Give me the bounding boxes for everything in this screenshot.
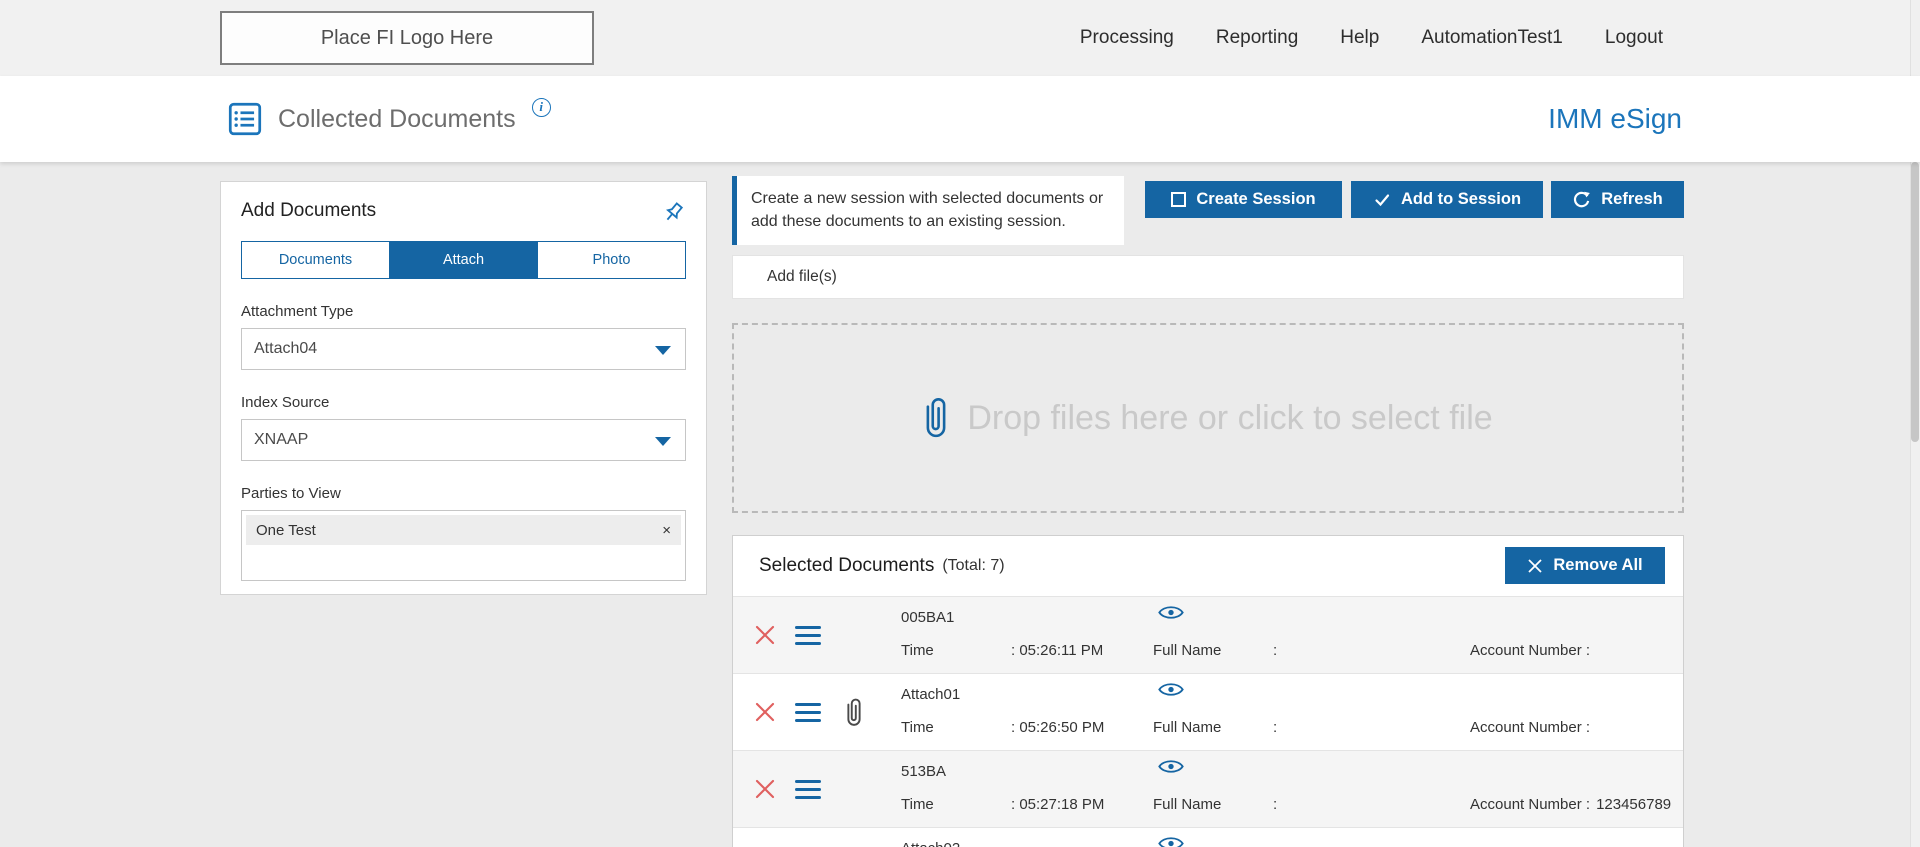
drag-handle-icon[interactable] (795, 703, 821, 722)
pin-icon[interactable] (660, 200, 686, 226)
account-number-value: 123456789 (1596, 796, 1672, 813)
title-group: Collected Documents i (228, 76, 551, 162)
remove-document-icon[interactable] (755, 702, 775, 722)
remove-all-button[interactable]: Remove All (1505, 547, 1665, 584)
account-number: Account Number : 123456789 (1470, 796, 1671, 813)
selected-documents-total: (Total: 7) (942, 557, 1005, 574)
imm-esign-brand: IMM eSign (1548, 103, 1682, 134)
time-value: : 05:27:18 PM (1011, 796, 1105, 813)
nav-processing[interactable]: Processing (1080, 27, 1174, 49)
remove-all-label: Remove All (1553, 556, 1643, 574)
document-name: Attach01 (901, 686, 961, 703)
tab-attach[interactable]: Attach (389, 242, 537, 278)
parties-to-view-field[interactable]: One Test × (241, 510, 686, 581)
account-number: Account Number : (1470, 719, 1596, 736)
eye-icon[interactable] (1157, 680, 1185, 699)
time-label: Time (901, 642, 934, 659)
index-source-select[interactable]: XNAAP (241, 419, 686, 461)
time-value: : 05:26:50 PM (1011, 719, 1105, 736)
account-number-label: Account Number : (1470, 719, 1591, 736)
document-name: Attach02 (901, 840, 960, 847)
tab-photo[interactable]: Photo (537, 242, 685, 278)
document-name: 005BA1 (901, 609, 955, 626)
create-session-label: Create Session (1196, 190, 1316, 208)
refresh-icon (1574, 191, 1591, 208)
selected-documents-panel: Selected Documents (Total: 7) Remove All… (732, 535, 1684, 847)
add-documents-title: Add Documents (241, 200, 377, 221)
paperclip-icon (847, 698, 861, 726)
check-icon (1375, 193, 1390, 206)
top-nav: Processing Reporting Help AutomationTest… (1080, 0, 1663, 76)
add-to-session-label: Add to Session (1400, 190, 1522, 208)
full-name-label: Full Name (1153, 796, 1222, 813)
time-label: Time (901, 719, 934, 736)
refresh-label: Refresh (1601, 190, 1663, 208)
close-icon (1528, 558, 1542, 573)
selected-documents-header: Selected Documents (Total: 7) Remove All (733, 536, 1683, 596)
tab-documents[interactable]: Documents (242, 242, 389, 278)
drag-handle-icon[interactable] (795, 626, 821, 645)
refresh-button[interactable]: Refresh (1551, 181, 1684, 218)
document-row: 513BA Time : 05:27:18 PM Full Name : Acc… (733, 750, 1683, 827)
page: Place FI Logo Here Processing Reporting … (0, 0, 1920, 847)
document-name: 513BA (901, 763, 947, 780)
add-to-session-button[interactable]: Add to Session (1351, 181, 1543, 218)
full-name-label: Full Name (1153, 719, 1222, 736)
add-files-bar: Add file(s) (732, 255, 1684, 299)
dropzone-text: Drop files here or click to select file (967, 398, 1493, 437)
account-number: Account Number : (1470, 642, 1596, 659)
document-row: Attach02 (733, 827, 1683, 847)
attachment-type-label: Attachment Type (241, 303, 354, 320)
add-files-label: Add file(s) (767, 268, 837, 285)
session-info-note: Create a new session with selected docum… (732, 176, 1124, 245)
selected-documents-title: Selected Documents (759, 555, 935, 576)
paperclip-icon (926, 398, 946, 438)
collected-documents-icon (228, 102, 262, 136)
fi-logo-placeholder: Place FI Logo Here (220, 11, 594, 65)
full-name-label: Full Name (1153, 642, 1222, 659)
create-session-icon (1171, 192, 1187, 207)
parties-to-view-label: Parties to View (241, 485, 341, 502)
eye-icon[interactable] (1157, 757, 1185, 776)
time-label: Time (901, 796, 934, 813)
document-row: Attach01 Time : 05:26:50 PM Full Name : … (733, 673, 1683, 750)
add-documents-panel: Add Documents Documents Attach Photo Att… (220, 181, 707, 595)
chevron-down-icon (655, 437, 671, 446)
eye-icon[interactable] (1157, 603, 1185, 622)
full-name-colon: : (1273, 719, 1278, 736)
title-bar: Collected Documents i IMM eSign (0, 76, 1920, 162)
remove-document-icon[interactable] (755, 779, 775, 799)
drag-handle-icon[interactable] (795, 780, 821, 799)
page-title: Collected Documents (278, 104, 516, 133)
info-icon[interactable]: i (531, 97, 551, 117)
scrollbar-thumb[interactable] (1911, 162, 1919, 442)
index-source-label: Index Source (241, 394, 330, 411)
index-source-value: XNAAP (254, 431, 309, 448)
create-session-button[interactable]: Create Session (1145, 181, 1342, 218)
chevron-down-icon (655, 346, 671, 355)
top-header-bar: Place FI Logo Here Processing Reporting … (0, 0, 1920, 76)
time-value: : 05:26:11 PM (1011, 642, 1104, 659)
party-tag-remove-icon[interactable]: × (660, 522, 673, 539)
attachment-type-select[interactable]: Attach04 (241, 328, 686, 370)
file-dropzone[interactable]: Drop files here or click to select file (732, 323, 1684, 513)
eye-icon[interactable] (1157, 834, 1185, 847)
full-name-colon: : (1273, 642, 1278, 659)
nav-reporting[interactable]: Reporting (1216, 27, 1298, 49)
remove-document-icon[interactable] (755, 625, 775, 645)
nav-logout[interactable]: Logout (1605, 27, 1663, 49)
account-number-label: Account Number : (1470, 796, 1591, 813)
document-row: 005BA1 Time : 05:26:11 PM Full Name : Ac… (733, 596, 1683, 673)
add-documents-header: Add Documents (241, 200, 686, 226)
attachment-type-value: Attach04 (254, 340, 318, 357)
account-number-label: Account Number : (1470, 642, 1591, 659)
party-tag-label: One Test (256, 521, 316, 539)
nav-help[interactable]: Help (1340, 27, 1379, 49)
party-tag: One Test × (246, 515, 681, 545)
fi-logo-text: Place FI Logo Here (320, 26, 494, 49)
nav-user-automationtest1[interactable]: AutomationTest1 (1421, 27, 1563, 49)
add-documents-tabs: Documents Attach Photo (241, 241, 686, 279)
full-name-colon: : (1273, 796, 1278, 813)
